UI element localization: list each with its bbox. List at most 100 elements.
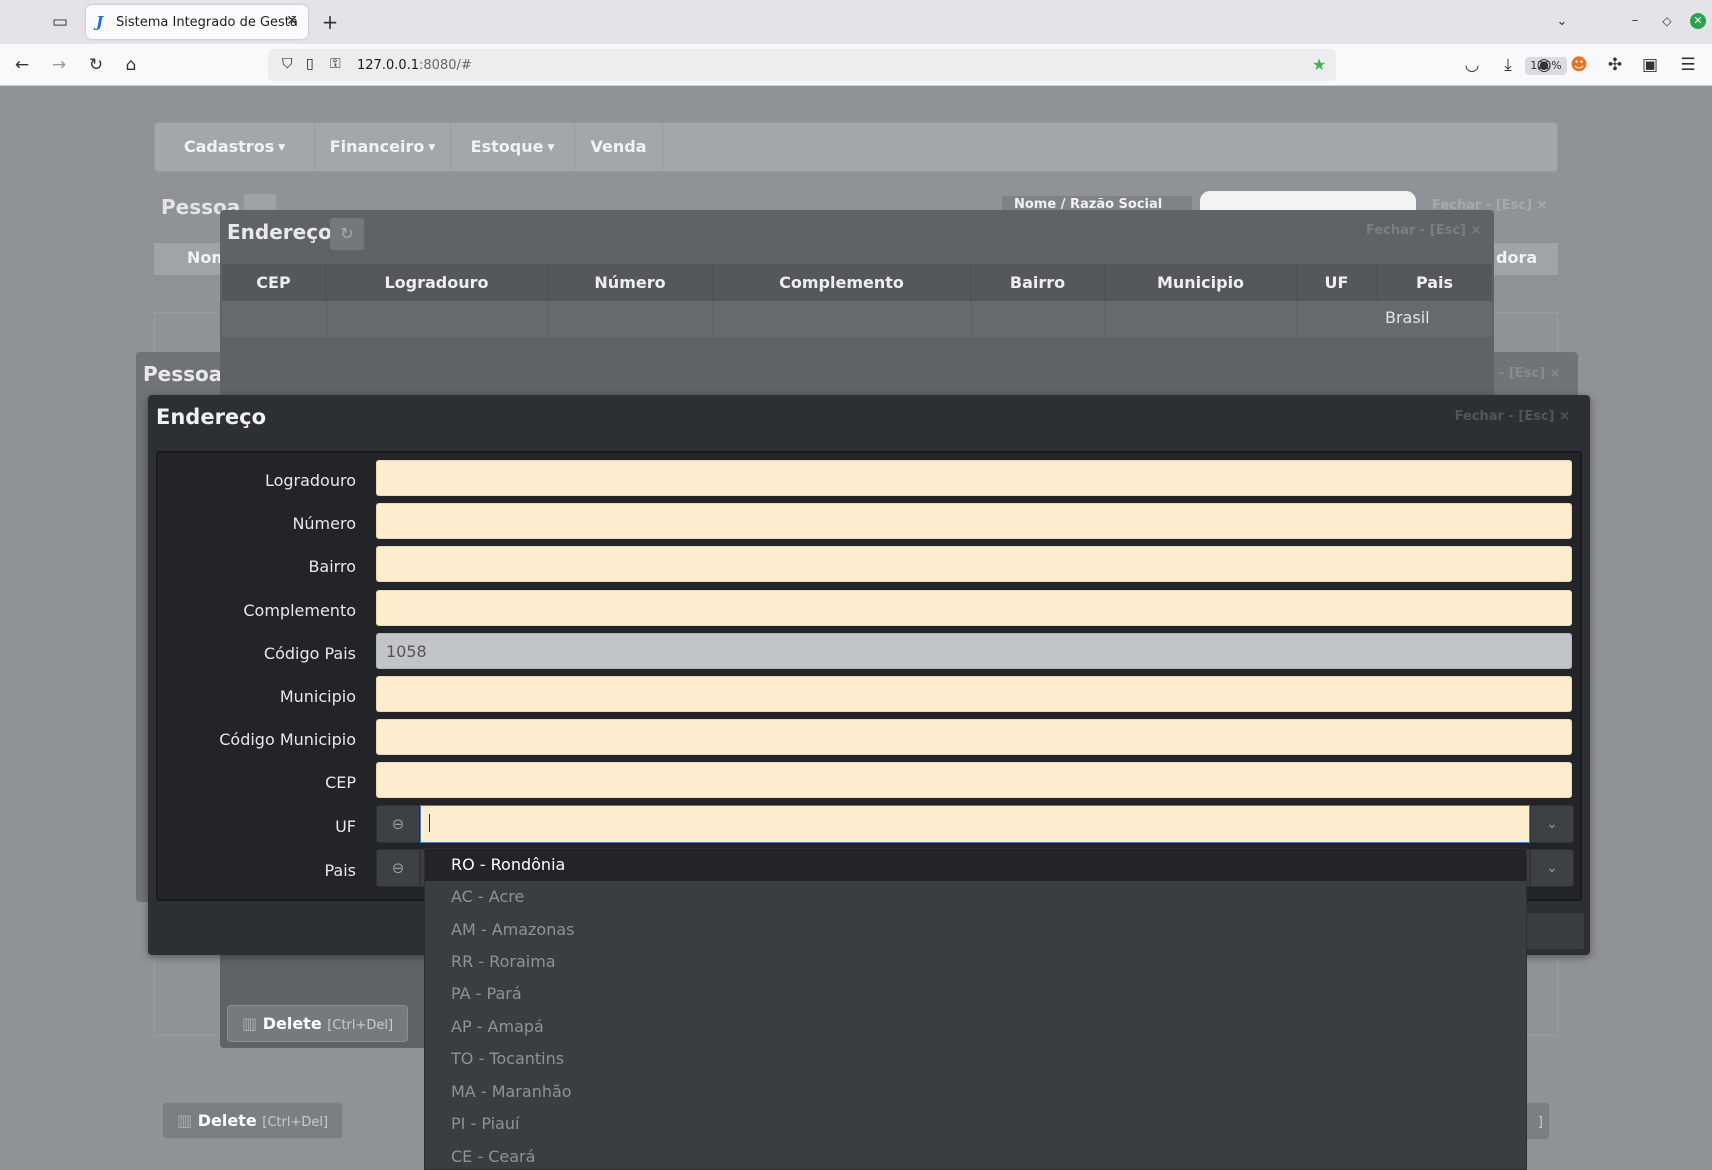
- col-pais[interactable]: Pais: [1377, 264, 1492, 301]
- col-complemento[interactable]: Complemento: [713, 264, 971, 301]
- pais-clear-icon[interactable]: ⊖: [376, 849, 420, 887]
- tab-overview-icon[interactable]: ▭: [48, 10, 72, 34]
- cep-label: CEP: [325, 773, 356, 792]
- codigo-municipio-input[interactable]: [376, 719, 1572, 755]
- col-municipio[interactable]: Municipio: [1105, 264, 1297, 301]
- pocket-icon[interactable]: ◡: [1460, 53, 1484, 77]
- new-tab-icon[interactable]: +: [318, 10, 342, 34]
- codigo-municipio-label: Código Municipio: [219, 730, 356, 749]
- cell-divider: [713, 301, 714, 337]
- municipio-label: Municipio: [279, 687, 356, 706]
- minimize-icon[interactable]: –: [1623, 9, 1647, 33]
- page-icon: ▯: [306, 56, 314, 72]
- uf-option-ro[interactable]: RO - Rondônia: [425, 849, 1526, 881]
- endereco-form: Logradouro Número Bairro Complemento Cód…: [156, 451, 1582, 901]
- extensions-puzzle-icon[interactable]: ✣: [1603, 53, 1627, 77]
- uf-dropdown-chevron-icon[interactable]: ⌄: [1530, 805, 1574, 843]
- cell-divider: [1105, 301, 1106, 337]
- bairro-input[interactable]: [376, 546, 1572, 582]
- endereco-list-close-link[interactable]: Fechar - [Esc] ×: [1366, 223, 1481, 238]
- browser-tab[interactable]: J Sistema Integrado de Gestã ✕: [86, 5, 308, 39]
- search-field-label: Nome / Razão Social: [1014, 197, 1163, 210]
- extension-fox-icon[interactable]: ☻: [1567, 53, 1591, 77]
- download-icon[interactable]: ⤓: [1496, 53, 1520, 77]
- uf-option-ma[interactable]: MA - Maranhão: [425, 1076, 1526, 1108]
- pessoa-dialog-close-link[interactable]: r - [Esc] ×: [1488, 366, 1560, 381]
- cell-divider: [1297, 301, 1298, 337]
- trash-icon: ▥: [177, 1111, 193, 1130]
- tab-close-icon[interactable]: ✕: [286, 13, 298, 29]
- uf-option-am[interactable]: AM - Amazonas: [425, 914, 1526, 946]
- endereco-delete-button[interactable]: ▥ Delete [Ctrl+Del]: [227, 1005, 409, 1042]
- uf-option-ce[interactable]: CE - Ceará: [425, 1141, 1526, 1169]
- endereco-form-close-link[interactable]: Fechar - [Esc] ×: [1455, 409, 1570, 424]
- table-row[interactable]: Brasil: [222, 301, 1492, 337]
- col-bairro[interactable]: Bairro: [971, 264, 1105, 301]
- complemento-label: Complemento: [243, 601, 356, 620]
- bookmark-star-icon[interactable]: ★: [1312, 55, 1326, 74]
- nav-venda-label: Venda: [590, 137, 647, 156]
- numero-input[interactable]: [376, 503, 1572, 539]
- col-uf[interactable]: UF: [1297, 264, 1377, 301]
- text-cursor: [429, 814, 430, 832]
- uf-option-ap[interactable]: AP - Amapá: [425, 1011, 1526, 1043]
- pessoa-delete-button[interactable]: ▥ Delete [Ctrl+Del]: [162, 1102, 344, 1139]
- nav-estoque[interactable]: Estoque ▼: [451, 123, 575, 171]
- numero-label: Número: [292, 514, 356, 533]
- search-field-selector[interactable]: Nome / Razão Social: [1002, 196, 1192, 210]
- sidebar-icon[interactable]: ▣: [1638, 53, 1662, 77]
- cell-pais: Brasil: [1385, 308, 1430, 327]
- uf-clear-icon[interactable]: ⊖: [376, 805, 420, 843]
- restore-icon[interactable]: ◇: [1655, 9, 1679, 33]
- nav-cadastros[interactable]: Cadastros ▼: [155, 123, 315, 171]
- nav-financeiro[interactable]: Financeiro ▼: [315, 123, 451, 171]
- nav-financeiro-label: Financeiro: [329, 137, 425, 156]
- menu-icon[interactable]: ☰: [1676, 53, 1700, 77]
- col-cep[interactable]: CEP: [222, 264, 326, 301]
- account-icon[interactable]: ◉: [1532, 53, 1556, 77]
- nav-estoque-label: Estoque: [470, 137, 544, 156]
- url-bar[interactable]: ⛉ ▯ ⚿ 127.0.0.1:8080/# 120% ★: [268, 49, 1567, 81]
- tab-favicon-icon: J: [96, 13, 104, 31]
- url-path: :8080/#: [419, 58, 472, 73]
- right-button-label: ]: [1537, 1115, 1543, 1130]
- col-numero[interactable]: Número: [548, 264, 713, 301]
- cep-input[interactable]: [376, 762, 1572, 798]
- col-logradouro[interactable]: Logradouro: [326, 264, 548, 301]
- refresh-icon[interactable]: ↻: [330, 218, 364, 250]
- browser-toolbar: ← → ↻ ⌂ ⛉ ▯ ⚿ 127.0.0.1:8080/# 120% ★ ◡ …: [0, 44, 1712, 86]
- trash-icon: ▥: [242, 1014, 258, 1033]
- pessoa-search-input[interactable]: [1200, 191, 1416, 210]
- forward-icon[interactable]: →: [47, 53, 71, 77]
- home-icon[interactable]: ⌂: [119, 53, 143, 77]
- uf-option-pa[interactable]: PA - Pará: [425, 978, 1526, 1010]
- endereco-list-title: Endereço: [227, 220, 332, 244]
- codigo-pais-input[interactable]: 1058: [376, 633, 1572, 669]
- uf-dropdown-list: RO - Rondônia AC - Acre AM - Amazonas RR…: [424, 848, 1527, 1170]
- uf-option-ac[interactable]: AC - Acre: [425, 881, 1526, 913]
- connection-icon: ⚿: [330, 56, 341, 72]
- caret-down-icon: ▼: [428, 143, 436, 153]
- back-icon[interactable]: ←: [10, 53, 34, 77]
- col-right: dora: [1496, 248, 1538, 267]
- cell-divider: [326, 301, 327, 337]
- uf-option-rr[interactable]: RR - Roraima: [425, 946, 1526, 978]
- shield-icon: ⛉: [282, 56, 293, 72]
- url-host: 127.0.0.1: [357, 58, 420, 73]
- app-navbar: Cadastros ▼ Financeiro ▼ Estoque ▼ Venda: [154, 122, 1558, 172]
- uf-option-to[interactable]: TO - Tocantins: [425, 1043, 1526, 1075]
- close-window-icon[interactable]: ✕: [1690, 13, 1706, 29]
- pessoa-dialog-title: Pessoa: [143, 362, 223, 386]
- tab-title: Sistema Integrado de Gestã: [116, 15, 298, 30]
- pais-dropdown-chevron-icon[interactable]: ⌄: [1530, 849, 1574, 887]
- complemento-input[interactable]: [376, 590, 1572, 626]
- uf-option-pi[interactable]: PI - Piauí: [425, 1108, 1526, 1140]
- logradouro-input[interactable]: [376, 460, 1572, 496]
- tab-list-chevron-icon[interactable]: ⌄: [1550, 10, 1574, 34]
- caret-down-icon: ▼: [547, 143, 555, 153]
- uf-combobox-input[interactable]: [420, 805, 1530, 843]
- municipio-input[interactable]: [376, 676, 1572, 712]
- nav-cadastros-label: Cadastros: [183, 137, 275, 156]
- nav-venda[interactable]: Venda: [575, 123, 663, 171]
- reload-icon[interactable]: ↻: [84, 53, 108, 77]
